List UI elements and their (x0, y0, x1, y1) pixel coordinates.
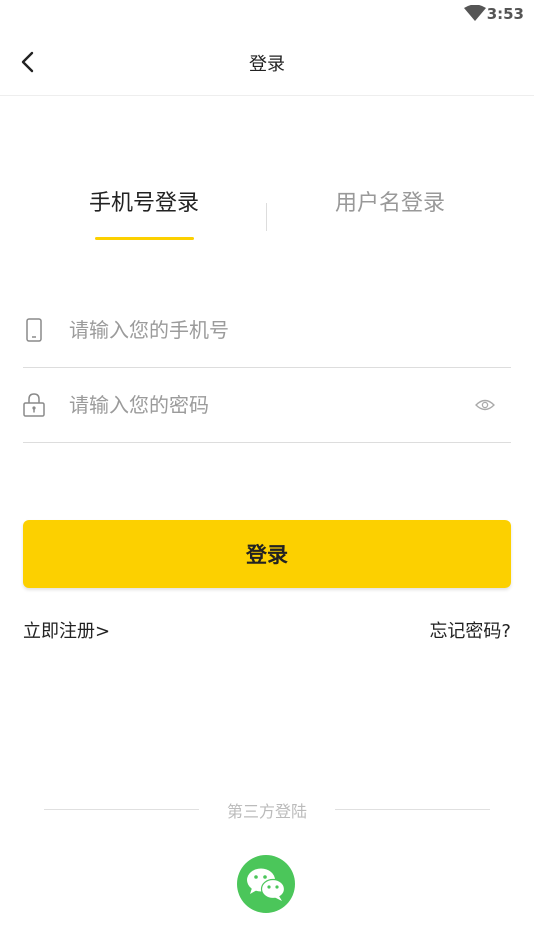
tab-phone-login[interactable]: 手机号登录 (54, 185, 234, 217)
password-input[interactable] (69, 387, 459, 423)
app-bar: 登录 (0, 28, 534, 96)
active-tab-indicator (95, 237, 194, 240)
tab-divider (266, 203, 267, 231)
eye-icon[interactable] (475, 397, 495, 413)
divider-line-right (335, 809, 490, 810)
register-link[interactable]: 立即注册> (23, 617, 110, 643)
login-tabs: 手机号登录 用户名登录 (0, 185, 534, 245)
wifi-icon (464, 5, 486, 21)
tab-username-login[interactable]: 用户名登录 (300, 185, 480, 217)
wechat-login-button[interactable] (237, 855, 295, 913)
phone-field (23, 292, 511, 368)
phone-input[interactable] (69, 312, 459, 348)
third-party-login-header: 第三方登陆 (0, 798, 534, 822)
login-button[interactable]: 登录 (23, 520, 511, 588)
status-time: 3:53 (486, 5, 524, 23)
lock-icon (23, 393, 45, 417)
page-title: 登录 (249, 54, 285, 75)
forgot-password-link[interactable]: 忘记密码? (429, 617, 511, 643)
third-party-label: 第三方登陆 (226, 802, 307, 821)
status-bar: 3:53 (0, 0, 534, 28)
phone-icon (26, 318, 42, 342)
password-field (23, 367, 511, 443)
wechat-icon (247, 868, 286, 901)
